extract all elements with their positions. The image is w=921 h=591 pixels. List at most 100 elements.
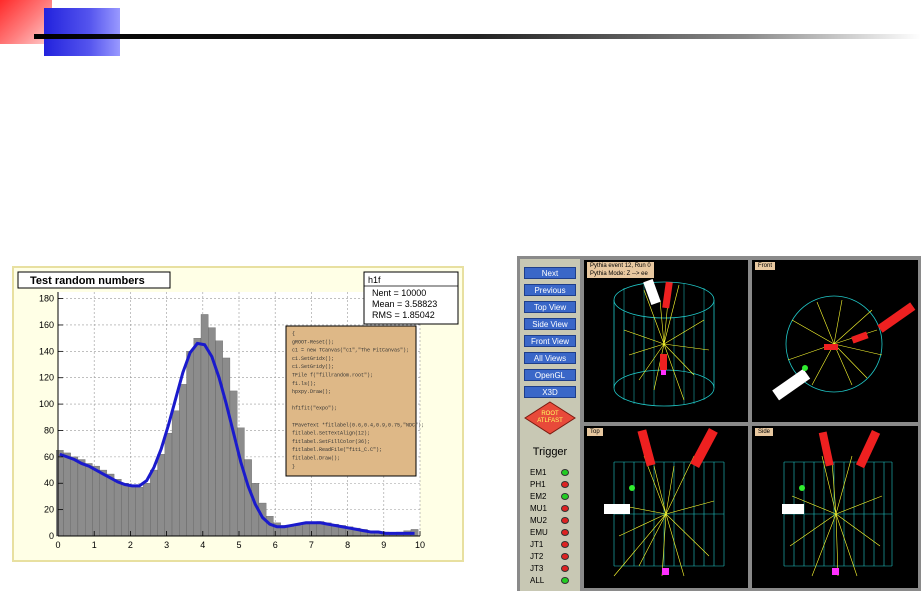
trigger-status-icon [561,517,569,524]
y-tick-label: 140 [39,346,54,356]
side-view-button[interactable]: Side View [524,318,576,330]
macro-code-line: } [292,464,295,470]
macro-code-line: gROOT-Reset(); [292,339,334,345]
histogram-bar [302,523,310,537]
view-top[interactable]: Top [584,426,748,588]
y-tick-label: 0 [49,531,54,541]
trigger-label: MU2 [530,516,547,525]
root-atlfast-logo[interactable]: ROOT ATLFAST [524,401,576,435]
x-tick-label: 4 [200,540,205,550]
histogram-bar [186,351,194,537]
histogram-bar [113,479,122,537]
stats-rms: RMS = 1.85042 [372,310,435,320]
macro-code-line: TPaveText *fitlabel(0.6,0.4,0.9,0.75,"ND… [292,422,424,428]
x-tick-label: 2 [128,540,133,550]
histogram-bar [70,456,79,537]
opengl-button[interactable]: OpenGL [524,369,576,381]
trigger-status-icon [561,505,569,512]
histogram-bar [294,525,303,537]
histogram-bar [179,384,187,537]
histogram-bar [85,463,93,537]
macro-code-line: { [292,331,295,337]
root-canvas: 0 1 2 3 4 5 6 7 8 9 10 0 20 40 60 80 100 120 140 160 180 Tes… [12,266,464,562]
trigger-status-icon [561,553,569,560]
histogram-bar [157,454,165,537]
view-3d[interactable]: Pythia event 12, Run 0 Pythia Mode: Z --… [584,260,748,422]
x-tick-label: 7 [309,540,314,550]
histogram-bar [128,485,136,537]
chart-title: Test random numbers [30,275,145,287]
histogram-bar [237,427,245,537]
header-rule [34,34,921,39]
x-tick-label: 8 [345,540,350,550]
y-tick-label: 20 [44,505,54,515]
y-tick-label: 180 [39,294,54,304]
trigger-label: PH1 [530,480,546,489]
histogram-bar [164,432,173,537]
histogram-bar [56,450,64,537]
histogram-bar [106,473,115,537]
y-tick-label: 100 [39,399,54,409]
x-tick-label: 10 [415,540,425,550]
trigger-item-ph1: PH1 [524,480,578,490]
macro-code-line: hf1fit("expo"); [292,406,337,412]
front-view-button[interactable]: Front View [524,335,576,347]
previous-button[interactable]: Previous [524,284,576,296]
histogram-bar [135,487,144,537]
y-tick-label: 120 [39,373,54,383]
trigger-item-mu2: MU2 [524,516,578,526]
trigger-item-jt1: JT1 [524,540,578,550]
top-view-button[interactable]: Top View [524,301,576,313]
macro-code-line: c1 = new TCanvas("c1","The FitCanvas"); [292,348,409,354]
macro-code-line: fitlabel.Draw(); [292,456,340,462]
trigger-status-icon [561,481,569,488]
y-tick-label: 60 [44,452,54,462]
trigger-item-em2: EM2 [524,492,578,502]
trigger-panel: Trigger EM1 PH1 EM2 MU1 MU2 EMU JT1 JT2 JT3 ALL [520,442,580,588]
x-tick-label: 1 [92,540,97,550]
macro-code-line: f1.ls(); [292,381,316,387]
histogram-bar [229,390,238,537]
trigger-item-emu: EMU [524,528,578,538]
histogram-bar [222,357,231,537]
macro-code-line: TFile f("fillrandom.root"); [292,373,373,379]
trigger-status-icon [561,577,569,584]
macro-code-line: c1.SetGridy(); [292,364,334,370]
x-tick-label: 9 [381,540,386,550]
y-tick-label: 40 [44,478,54,488]
histogram-bar [193,338,202,537]
trigger-status-icon [561,469,569,476]
histogram-bar [142,483,151,537]
trigger-label: ALL [530,576,545,585]
histogram-bar [287,526,296,537]
all-views-button[interactable]: All Views [524,352,576,364]
x-tick-label: 6 [273,540,278,550]
trigger-label: EM2 [530,492,547,501]
histogram-bar [121,483,129,537]
trigger-item-jt3: JT3 [524,564,578,574]
macro-code-line: fitlabel.SetFillColor(36); [292,439,370,445]
trigger-label: JT3 [530,564,544,573]
trigger-label: EMU [530,528,548,537]
histogram-bar [150,469,158,537]
histogram-bar [99,469,108,537]
view-front[interactable]: Front [752,260,918,422]
stats-mean: Mean = 3.58823 [372,299,437,309]
next-button[interactable]: Next [524,267,576,279]
x3d-button[interactable]: X3D [524,386,576,398]
y-tick-label: 80 [44,425,54,435]
trigger-label: JT1 [530,540,544,549]
stats-nent: Nent = 10000 [372,288,426,298]
trigger-status-icon [561,565,569,572]
stats-name: h1f [368,275,381,285]
view-side[interactable]: Side [752,426,918,588]
trigger-label: MU1 [530,504,547,513]
x-tick-label: 5 [236,540,241,550]
atlfast-display: Next Previous Top View Side View Front V… [517,256,921,591]
macro-code-line: fitlabel.SetTextAlign(12); [292,431,370,437]
header-decoration-blue [44,8,120,56]
macro-code-line: c1.SetGridx(); [292,356,334,362]
x-tick-label: 3 [164,540,169,550]
histogram-svg: 0 1 2 3 4 5 6 7 8 9 10020406080100120140160180 Tes… [17,271,459,550]
svg-text:ATLFAST: ATLFAST [537,418,563,424]
